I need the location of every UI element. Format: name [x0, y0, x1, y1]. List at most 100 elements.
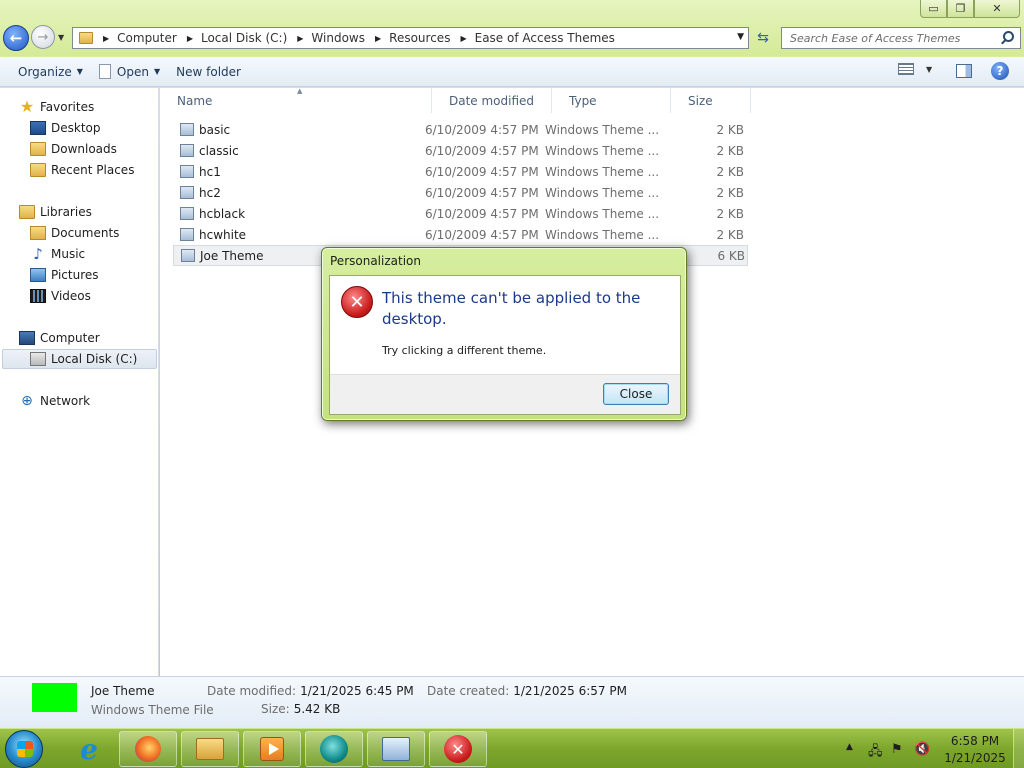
search-input[interactable] [790, 31, 995, 45]
sidebar-item-network[interactable]: ⊕ Network [19, 391, 90, 411]
sidebar-item-local-disk[interactable]: Local Disk (C:) [2, 349, 157, 369]
sidebar-item-music[interactable]: ♪ Music [30, 244, 85, 264]
volume-muted-icon[interactable]: 🔇 [914, 742, 930, 757]
theme-file-icon [180, 228, 194, 241]
file-type: Windows Theme ... [545, 206, 660, 221]
details-size: Size: 5.42 KB [261, 702, 340, 716]
taskbar-windows-explorer[interactable] [181, 731, 239, 767]
field-label: Size: [261, 702, 290, 716]
new-folder-label: New folder [176, 64, 241, 79]
sidebar-item-libraries[interactable]: Libraries [19, 202, 92, 222]
sidebar-item-recent-places[interactable]: Recent Places [30, 160, 134, 180]
forward-button[interactable]: → [31, 25, 55, 49]
column-header-size[interactable]: Size [671, 88, 751, 113]
breadcrumb-local-disk[interactable]: ▶ Local Disk (C:) [183, 31, 293, 45]
file-row-hc2[interactable]: hc2 6/10/2009 4:57 PM Windows Theme ... … [173, 182, 748, 203]
file-size: 2 KB [716, 164, 744, 179]
clock-time: 6:58 PM [950, 734, 1000, 748]
theme-file-icon [180, 165, 194, 178]
file-row-classic[interactable]: classic 6/10/2009 4:57 PM Windows Theme … [173, 140, 748, 161]
file-name: basic [199, 122, 231, 137]
details-file-name: Joe Theme [91, 684, 155, 698]
refresh-button[interactable]: ⇆ [752, 27, 774, 49]
sidebar-item-label: Music [51, 247, 86, 261]
chevron-down-icon: ▼ [926, 64, 933, 74]
taskbar-firefox[interactable] [119, 731, 177, 767]
sidebar-item-pictures[interactable]: Pictures [30, 265, 99, 285]
dialog-title: Personalization [330, 254, 421, 268]
taskbar-remote-desktop[interactable] [367, 731, 425, 767]
close-window-button[interactable]: ✕ [974, 0, 1020, 18]
file-size: 2 KB [716, 227, 744, 242]
action-center-flag-icon[interactable]: ⚑ [891, 742, 903, 757]
field-value: 1/21/2025 6:57 PM [513, 684, 627, 698]
network-tray-icon[interactable]: 🖧 [868, 742, 883, 764]
sidebar-item-label: Computer [40, 331, 100, 345]
sidebar-item-label: Libraries [40, 205, 92, 219]
sidebar-item-favorites[interactable]: ★ Favorites [19, 97, 94, 117]
dialog-body: ✕ This theme can't be applied to the des… [329, 275, 681, 415]
breadcrumb-windows[interactable]: ▶ Windows [293, 31, 371, 45]
sidebar-item-downloads[interactable]: Downloads [30, 139, 117, 159]
search-icon[interactable] [1003, 31, 1014, 42]
windows-explorer-icon [196, 738, 224, 760]
system-clock[interactable]: 6:58 PM 1/21/2025 [940, 733, 1010, 767]
file-row-hcblack[interactable]: hcblack 6/10/2009 4:57 PM Windows Theme … [173, 203, 748, 224]
start-button[interactable] [5, 730, 43, 768]
sort-ascending-icon: ▲ [297, 87, 303, 95]
videos-icon [30, 289, 46, 303]
preview-pane-icon[interactable] [956, 64, 972, 78]
open-button[interactable]: Open ▼ [91, 60, 168, 84]
address-bar[interactable]: ▶ Computer ▶ Local Disk (C:) ▶ Windows ▶ Res… [72, 27, 749, 49]
dialog-sub-message: Try clicking a different theme. [382, 344, 547, 357]
breadcrumb-resources[interactable]: ▶ Resources [371, 31, 456, 45]
clock-date: 1/21/2025 [944, 751, 1006, 765]
file-row-hcwhite[interactable]: hcwhite 6/10/2009 4:57 PM Windows Theme … [173, 224, 748, 245]
sidebar-item-label: Downloads [51, 142, 117, 156]
taskbar-media-center[interactable] [243, 731, 301, 767]
sidebar-item-documents[interactable]: Documents [30, 223, 119, 243]
column-label: Date modified [449, 93, 535, 108]
file-type: Windows Theme ... [545, 185, 660, 200]
show-hidden-icons-button[interactable]: ▲ [846, 742, 853, 752]
dialog-close-button[interactable]: Close [603, 383, 669, 405]
file-size: 6 KB [717, 248, 745, 263]
file-type: Windows Theme ... [545, 143, 660, 158]
column-header-name[interactable]: Name ▲ [160, 87, 432, 113]
sidebar-item-desktop[interactable]: Desktop [30, 118, 101, 138]
help-icon[interactable]: ? [991, 62, 1009, 80]
breadcrumb-computer[interactable]: ▶ Computer [99, 31, 183, 45]
title-bar: ▭ ❐ ✕ ← → ▼ ▶ Computer ▶ Local Disk (C:) ▶… [0, 0, 1024, 56]
organize-button[interactable]: Organize ▼ [10, 60, 91, 84]
music-icon: ♪ [33, 245, 43, 263]
sidebar-item-label: Desktop [51, 121, 101, 135]
column-header-date-modified[interactable]: Date modified [432, 88, 552, 113]
sidebar-item-label: Favorites [40, 100, 95, 114]
search-box[interactable] [781, 27, 1021, 49]
recent-pages-dropdown[interactable]: ▼ [58, 33, 64, 42]
maximize-button[interactable]: ❐ [947, 0, 974, 18]
sidebar-item-label: Documents [51, 226, 120, 240]
folder-icon [79, 32, 93, 44]
theme-file-icon [180, 207, 194, 220]
dialog-message: This theme can't be applied to the deskt… [382, 289, 641, 328]
show-desktop-button[interactable] [1013, 729, 1024, 768]
file-row-basic[interactable]: basic 6/10/2009 4:57 PM Windows Theme ..… [173, 119, 748, 140]
sidebar-item-computer[interactable]: Computer [19, 328, 100, 348]
taskbar-error-dialog[interactable]: ✕ [429, 731, 487, 767]
column-header-type[interactable]: Type [552, 88, 671, 113]
back-button[interactable]: ← [3, 25, 29, 51]
sidebar-item-videos[interactable]: Videos [30, 286, 91, 306]
change-view-button[interactable]: ▼ [898, 63, 932, 75]
file-size: 2 KB [716, 122, 744, 137]
internet-explorer-icon[interactable]: e [66, 731, 112, 767]
field-value: 5.42 KB [293, 702, 341, 716]
chevron-down-icon: ▼ [153, 67, 161, 76]
file-row-hc1[interactable]: hc1 6/10/2009 4:57 PM Windows Theme ... … [173, 161, 748, 182]
new-folder-button[interactable]: New folder [168, 60, 249, 84]
minimize-button[interactable]: ▭ [920, 0, 947, 18]
breadcrumb-ease-of-access-themes[interactable]: ▶ Ease of Access Themes [456, 31, 620, 45]
taskbar-media-player[interactable] [305, 731, 363, 767]
file-date: 6/10/2009 4:57 PM [425, 164, 539, 179]
address-dropdown-icon[interactable]: ▼ [737, 32, 744, 42]
